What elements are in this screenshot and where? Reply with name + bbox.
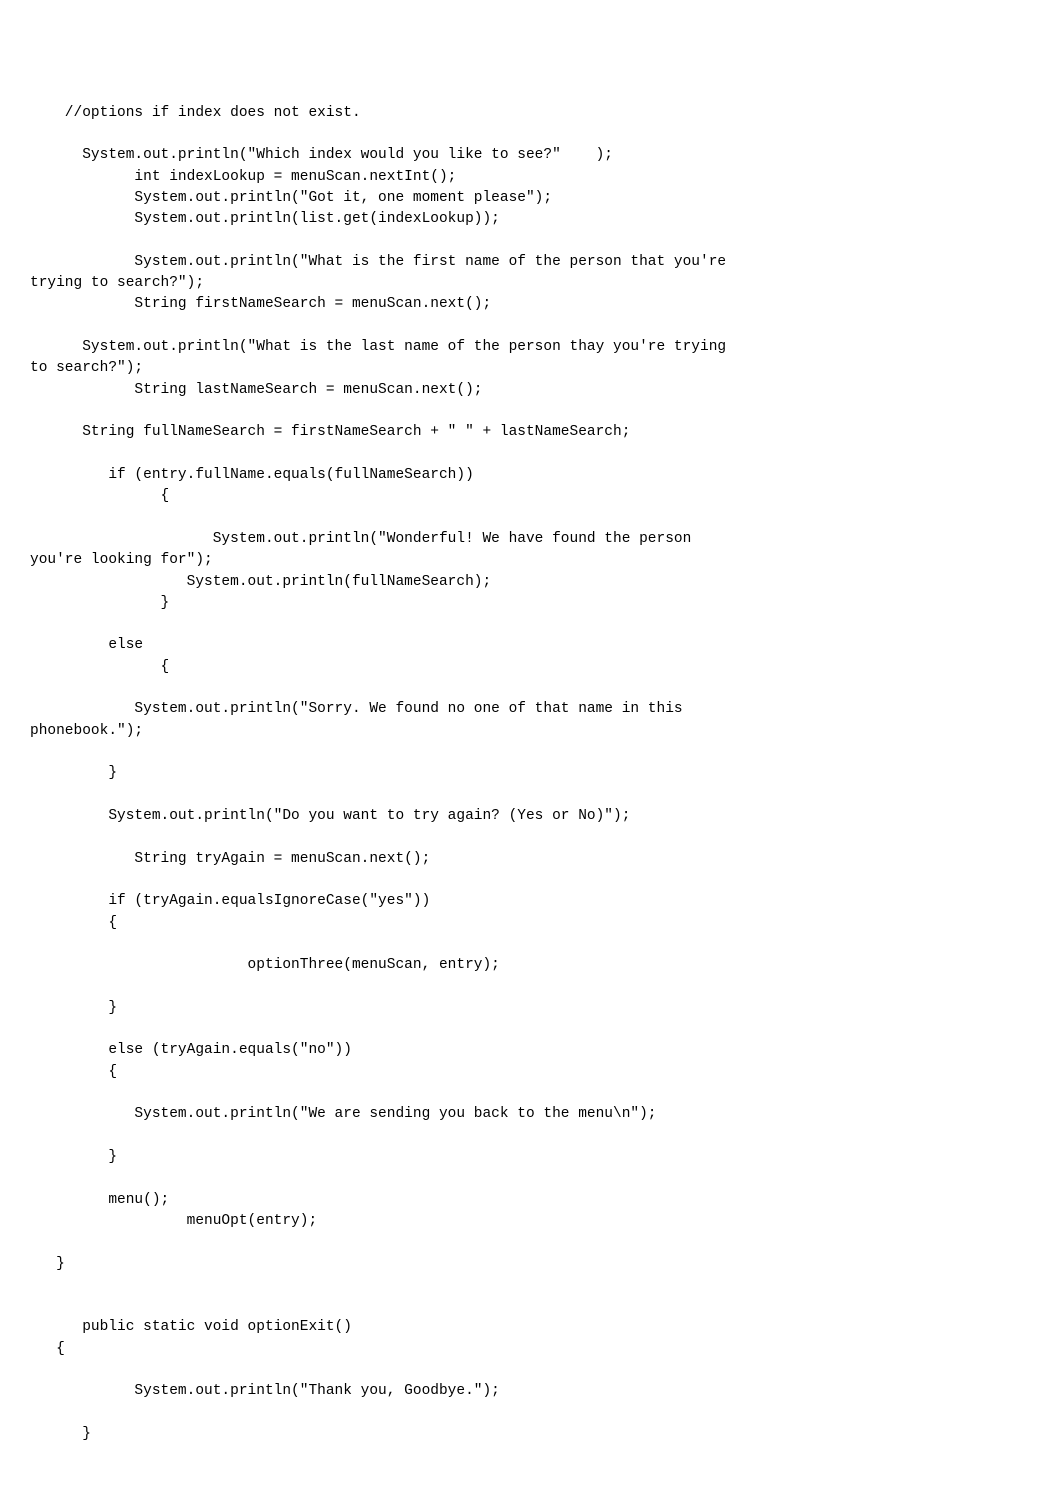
code-block: //options if index does not exist. Syste…: [30, 60, 1032, 1445]
